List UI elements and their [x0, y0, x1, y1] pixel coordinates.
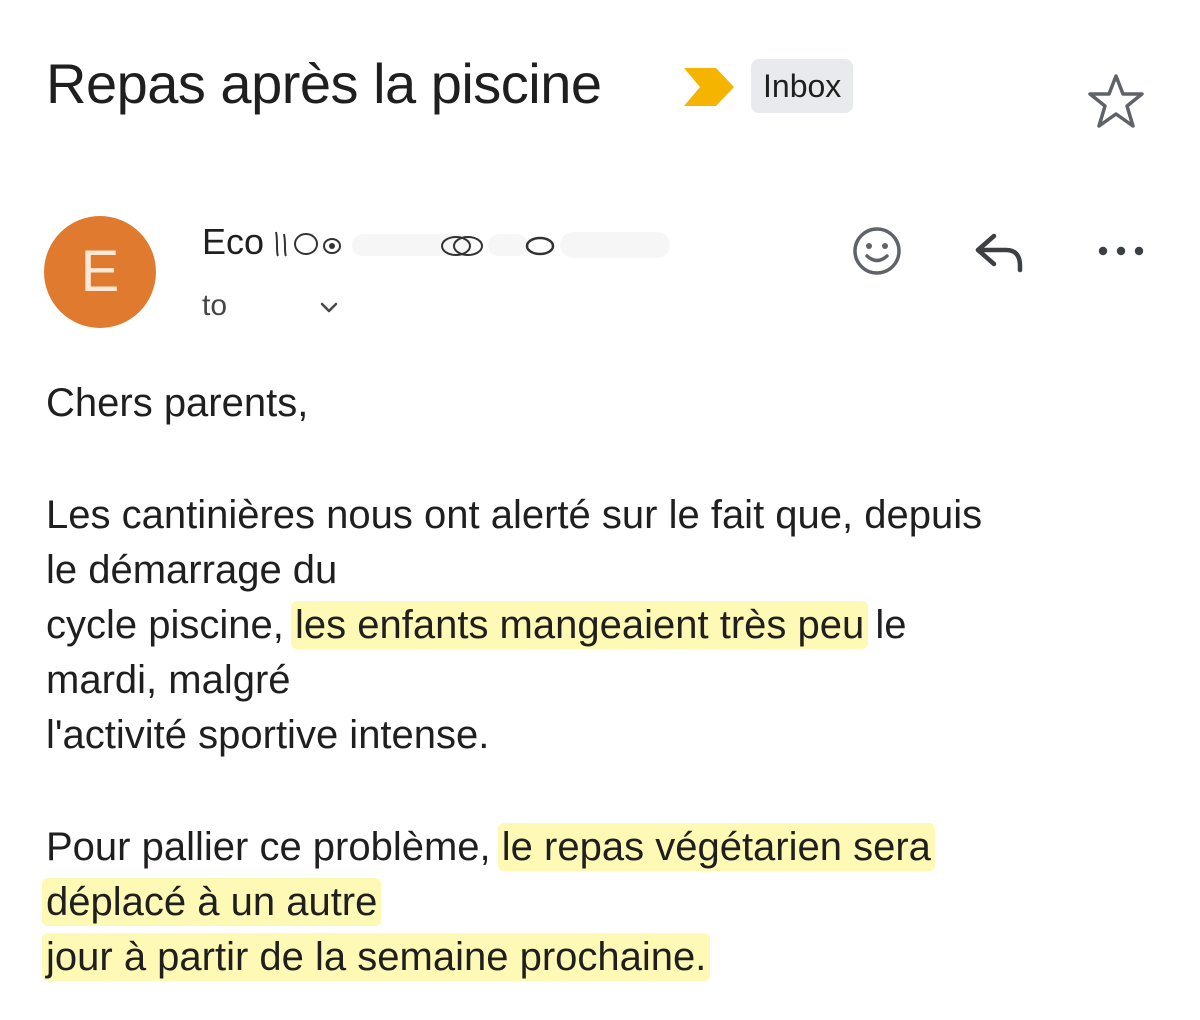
sender-avatar[interactable]: E: [44, 216, 156, 328]
greeting-line: Chers parents,: [46, 381, 309, 425]
to-label: to: [202, 289, 228, 322]
highlighted-text: déplacé à un autre: [42, 878, 382, 926]
importance-marker-icon[interactable]: [684, 68, 734, 106]
greeting-paragraph: Chers parents,: [46, 376, 1166, 431]
body-text: le: [864, 603, 907, 647]
paragraph-2: Pour pallier ce problème, le repas végét…: [42, 820, 1166, 985]
body-line: déplacé à un autre: [42, 875, 1166, 930]
reply-icon[interactable]: [970, 222, 1028, 280]
body-line: Les cantinières nous ont alerté sur le f…: [46, 493, 983, 537]
emoji-reaction-icon[interactable]: [848, 222, 906, 280]
star-icon[interactable]: [1086, 72, 1146, 132]
redacted-sender-scribble: [275, 231, 670, 258]
email-body: Chers parents, Les cantinières nous ont …: [42, 376, 1166, 985]
sender-name[interactable]: Eco: [202, 218, 264, 266]
body-text: Pour pallier ce problème,: [46, 825, 502, 869]
body-line: le démarrage du: [46, 548, 338, 592]
highlighted-text: les enfants mangeaient très peu: [290, 601, 869, 649]
body-line: Pour pallier ce problème, le repas végét…: [46, 820, 1166, 875]
highlighted-text: jour à partir de la semaine prochaine.: [42, 933, 711, 981]
chevron-down-icon[interactable]: [314, 294, 344, 320]
body-line: jour à partir de la semaine prochaine.: [42, 930, 1166, 985]
inbox-label-chip[interactable]: Inbox: [751, 59, 854, 113]
body-line: mardi, malgré: [46, 658, 291, 702]
subject-title: Repas après la piscine: [46, 52, 602, 115]
body-line: l'activité sportive intense.: [46, 713, 490, 757]
highlighted-text: le repas végétarien sera: [497, 823, 935, 871]
more-options-icon[interactable]: [1092, 222, 1150, 280]
body-line: cycle piscine, les enfants mangeaient tr…: [46, 598, 1166, 653]
body-text: cycle piscine,: [46, 603, 295, 647]
paragraph-1: Les cantinières nous ont alerté sur le f…: [46, 488, 1166, 763]
